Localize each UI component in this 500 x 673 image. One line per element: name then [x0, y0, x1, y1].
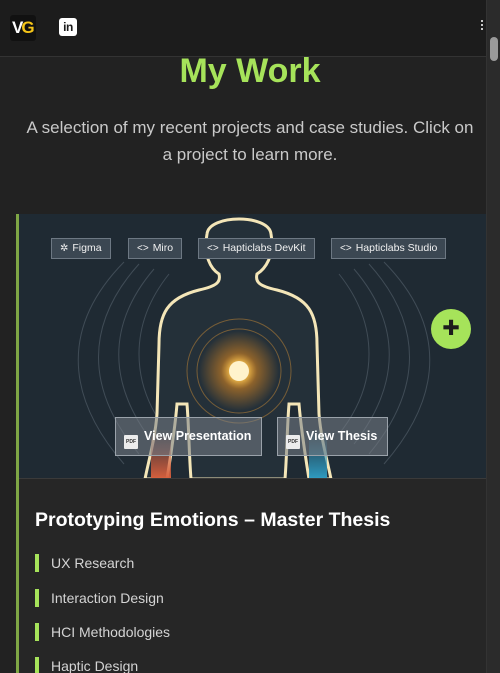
pdf-icon: PDF [124, 435, 138, 449]
tag-hapticlabs-devkit: <> Hapticlabs DevKit [198, 238, 315, 259]
tag-miro: <> Miro [128, 238, 183, 259]
skill-item: Haptic Design [35, 657, 138, 673]
code-icon: <> [137, 243, 149, 254]
figma-icon: ✲ [60, 243, 69, 254]
project-title: Prototyping Emotions – Master Thesis [35, 509, 391, 531]
code-icon: <> [207, 243, 219, 254]
view-presentation-button[interactable]: PDF View Presentation [115, 417, 263, 456]
project-card[interactable]: ✲ Figma <> Miro <> Hapticlabs DevKit <> Hapt… [16, 214, 486, 673]
pdf-icon: PDF [286, 435, 300, 449]
view-thesis-button[interactable]: PDF View Thesis [277, 417, 389, 456]
logo-letter-g: G [21, 18, 34, 37]
tag-hapticlabs-studio: <> Hapticlabs Studio [331, 238, 447, 259]
page-subtitle: A selection of my recent projects and ca… [26, 118, 474, 164]
puzzle-icon[interactable]: ✚ [431, 309, 471, 349]
code-icon: <> [340, 243, 352, 254]
page-title: My Work [179, 52, 321, 90]
tag-figma: ✲ Figma [51, 238, 111, 259]
top-bar: VG in [0, 0, 486, 57]
more-options-icon[interactable] [480, 20, 484, 34]
skill-item: UX Research [35, 554, 134, 572]
skill-item: HCI Methodologies [35, 623, 170, 641]
project-hero-image[interactable]: ✲ Figma <> Miro <> Hapticlabs DevKit <> Hapt… [19, 214, 486, 479]
scrollbar[interactable] [486, 0, 500, 673]
site-logo[interactable]: VG [10, 15, 36, 41]
logo-letter-v: V [12, 18, 23, 37]
skill-item: Interaction Design [35, 589, 164, 607]
linkedin-icon[interactable]: in [59, 18, 77, 36]
